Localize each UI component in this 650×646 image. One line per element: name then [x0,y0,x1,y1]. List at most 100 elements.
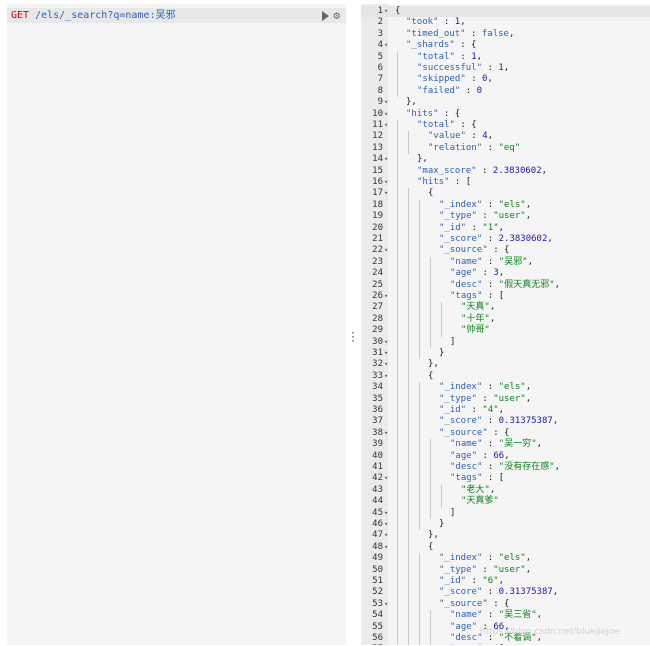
fold-toggle-icon[interactable]: ▾ [384,188,388,199]
line-number: 19 [372,211,383,222]
line-number: 51 [372,576,383,586]
indent-guide [430,450,431,462]
indent-guide [397,564,398,576]
indent-guide [430,644,431,645]
indent-guide [408,576,409,588]
request-editor[interactable]: GET /els/_search?q=name:吴邪 ⚙ [7,4,346,645]
indent-guide [419,644,420,645]
fold-toggle-icon[interactable]: ▾ [384,473,388,484]
indent-guide [397,359,398,371]
code-line: 23 "name" : "吴邪", [361,256,650,269]
indent-guide [408,610,409,622]
line-number: 10 [372,108,383,119]
line-number: 44 [372,496,383,507]
indent-guide [397,553,398,565]
indent-guide [397,154,398,166]
wrench-icon[interactable]: ⚙ [333,9,340,22]
indent-guide [397,519,398,531]
fold-toggle-icon[interactable]: ▾ [384,530,388,541]
line-number: 46 [372,519,383,529]
fold-toggle-icon[interactable]: ▾ [384,371,388,382]
request-line[interactable]: GET /els/_search?q=name:吴邪 ⚙ [7,8,346,23]
indent-guide [419,450,420,462]
indent-guide [430,336,431,348]
fold-toggle-icon[interactable]: ▾ [384,542,388,553]
indent-guide [430,462,431,474]
indent-guide [408,439,409,451]
indent-guide [408,336,409,348]
code-text: "total" : 1, [417,51,483,62]
indent-guide [397,199,398,212]
indent-guide [408,405,409,417]
request-text[interactable]: GET /els/_search?q=name:吴邪 [11,9,176,22]
line-number: 52 [372,587,383,598]
indent-guide [397,256,398,269]
fold-toggle-icon[interactable]: ▾ [384,97,388,108]
code-line: 36 "_id" : "4", [361,405,650,417]
indent-guide [430,439,431,451]
fold-toggle-icon[interactable]: ▾ [384,154,388,165]
code-line: 53 ▾ "_source" : { [361,598,650,611]
line-number: 20 [372,222,383,233]
fold-toggle-icon[interactable]: ▾ [384,428,388,439]
indent-guide [397,268,398,280]
fold-toggle-icon[interactable]: ▾ [384,359,388,370]
indent-guide [397,234,398,246]
code-line: 17 ▾ { [361,188,650,200]
code-line: 6 "successful" : 1, [361,63,650,75]
line-number: 54 [372,610,383,621]
line-number: 6 [377,63,383,73]
fold-toggle-icon[interactable]: ▾ [384,120,388,131]
line-number: 26 [372,291,383,301]
code-text: }, [406,97,417,108]
code-line: 37 "_score" : 0.31375387, [361,416,650,428]
indent-guide [397,291,398,303]
indent-guide [408,313,409,326]
line-number: 36 [372,405,383,415]
fold-toggle-icon[interactable]: ▾ [384,109,388,120]
indent-guide [408,325,409,337]
indent-guide [397,484,398,497]
line-number: 43 [372,484,383,495]
line-number: 3 [377,28,383,39]
play-icon[interactable] [322,10,330,21]
indent-guide [397,427,398,440]
fold-toggle-icon[interactable]: ▾ [384,508,388,519]
indent-guide [408,234,409,246]
indent-guide [408,633,409,645]
fold-toggle-icon[interactable]: ▾ [384,519,388,530]
code-text: "successful" : 1, [417,63,510,73]
indent-guide [408,541,409,554]
fold-toggle-icon[interactable]: ▾ [384,6,388,17]
indent-guide [408,507,409,519]
indent-guide [419,564,420,576]
indent-guide [397,507,398,519]
fold-toggle-icon[interactable]: ▾ [384,599,388,610]
line-number: 50 [372,564,383,575]
line-number: 34 [372,382,383,393]
request-actions: ⚙ [322,8,340,23]
indent-guide [397,348,398,360]
indent-guide [419,268,420,280]
fold-toggle-icon[interactable]: ▾ [384,337,388,348]
fold-toggle-icon[interactable]: ▾ [384,177,388,188]
fold-toggle-icon[interactable]: ▾ [384,40,388,51]
indent-guide [419,348,420,360]
fold-toggle-icon[interactable]: ▾ [384,348,388,359]
code-line: 29 "帅哥" [361,325,650,337]
line-number: 33 [372,370,383,381]
line-number: 48 [372,541,383,552]
line-number: 30 [372,336,383,347]
code-text: "desc" : "假天真无邪", [450,279,561,290]
fold-toggle-icon[interactable]: ▾ [384,245,388,256]
indent-guide [419,325,420,337]
indent-guide [397,644,398,645]
fold-toggle-icon[interactable]: ▾ [384,291,388,302]
line-number: 53 [372,598,383,609]
pane-resize-handle[interactable]: · · · [350,329,356,347]
indent-guide [419,302,420,314]
code-text: "_id" : "4", [439,405,505,415]
indent-guide [397,633,398,645]
line-number: 27 [372,302,383,313]
line-number: 32 [372,359,383,370]
